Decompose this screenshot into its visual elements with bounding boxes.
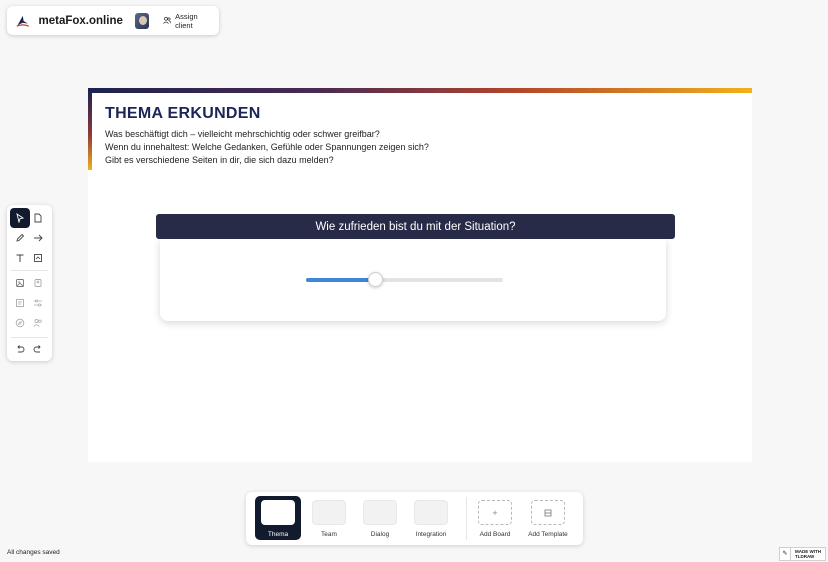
slider-fill <box>306 278 375 282</box>
add-board-label: Add Board <box>479 531 511 538</box>
image-frame-icon <box>34 254 42 262</box>
arrow-tool[interactable] <box>28 228 48 248</box>
redo-button[interactable] <box>28 339 48 359</box>
compass-tool[interactable] <box>10 313 30 333</box>
page-label: Dialog <box>370 531 390 538</box>
plus-icon: + <box>478 500 512 525</box>
users-icon <box>162 16 172 24</box>
note-icon <box>16 299 24 307</box>
description-line: Was beschäftigt dich – vielleicht mehrsc… <box>105 129 380 139</box>
card-tool[interactable] <box>28 273 48 293</box>
select-tool[interactable] <box>10 208 30 228</box>
media-tool[interactable] <box>10 273 30 293</box>
gradient-bar-left <box>88 90 92 170</box>
assign-client-button[interactable]: Assign client <box>162 11 211 30</box>
save-status: All changes saved <box>7 549 60 556</box>
page-thumbnail <box>312 500 346 525</box>
redo-icon <box>33 345 41 353</box>
tool-separator <box>11 337 48 338</box>
page-thumbnail <box>261 500 295 525</box>
undo-icon <box>17 345 25 353</box>
question-header: Wie zufrieden bist du mit der Situation? <box>156 214 675 239</box>
tool-separator <box>11 270 48 271</box>
page-thumbnail <box>414 500 448 525</box>
page-tab-dialog[interactable]: Dialog <box>357 496 403 540</box>
description-line: Gibt es verschiedene Seiten in dir, die … <box>105 155 334 165</box>
page-tab-team[interactable]: Team <box>306 496 352 540</box>
badge-text: MADE WITH TLDRAW <box>791 549 821 559</box>
page-tab-thema[interactable]: Thema <box>255 496 301 540</box>
draw-tool[interactable] <box>10 228 30 248</box>
arrow-icon <box>34 234 43 242</box>
description-line: Wenn du innehaltest: Welche Gedanken, Ge… <box>105 142 429 152</box>
tldraw-logo-icon: ✎ <box>780 548 791 560</box>
tool-palette <box>7 205 52 361</box>
add-template-button[interactable]: Add Template <box>525 496 571 540</box>
gradient-bar-top <box>88 88 752 93</box>
page-tool[interactable] <box>28 208 48 228</box>
top-bar: metaFox.online Assign client <box>7 6 219 35</box>
avatar[interactable] <box>134 12 149 29</box>
page-label: Thema <box>267 531 289 538</box>
brand-name: metaFox.online <box>38 14 123 27</box>
media-icon <box>16 279 24 287</box>
template-icon <box>531 500 565 525</box>
pencil-icon <box>16 233 25 242</box>
image-frame-tool[interactable] <box>28 248 48 268</box>
undo-button[interactable] <box>10 339 30 359</box>
page-thumbnail <box>363 500 397 525</box>
participants-tool[interactable] <box>28 313 48 333</box>
assign-client-label: Assign client <box>175 11 198 30</box>
board-description: Was beschäftigt dich – vielleicht mehrsc… <box>105 128 429 167</box>
sliders-tool[interactable] <box>28 293 48 313</box>
board-title: THEMA ERKUNDEN <box>105 105 261 122</box>
add-template-label: Add Template <box>528 531 568 538</box>
select-icon <box>16 213 25 223</box>
page-label: Integration <box>415 531 447 538</box>
page-label: Team <box>321 531 337 538</box>
compass-icon <box>15 318 25 328</box>
page-tab-integration[interactable]: Integration <box>408 496 454 540</box>
badge-line: TLDRAW <box>795 554 815 559</box>
text-icon <box>16 254 24 262</box>
made-with-tldraw-badge[interactable]: ✎ MADE WITH TLDRAW <box>779 547 826 561</box>
note-tool[interactable] <box>10 293 30 313</box>
text-tool[interactable] <box>10 248 30 268</box>
metafox-logo-icon[interactable] <box>15 12 31 30</box>
page-icon <box>34 213 42 223</box>
users-icon <box>33 318 42 327</box>
slider-thumb[interactable] <box>368 272 383 287</box>
sliders-icon <box>34 299 42 307</box>
add-board-button[interactable]: + Add Board <box>472 496 518 540</box>
page-bar-separator <box>466 497 467 540</box>
page-bar: Thema Team Dialog Integration + Add Boar… <box>246 492 583 545</box>
card-icon <box>34 279 42 287</box>
